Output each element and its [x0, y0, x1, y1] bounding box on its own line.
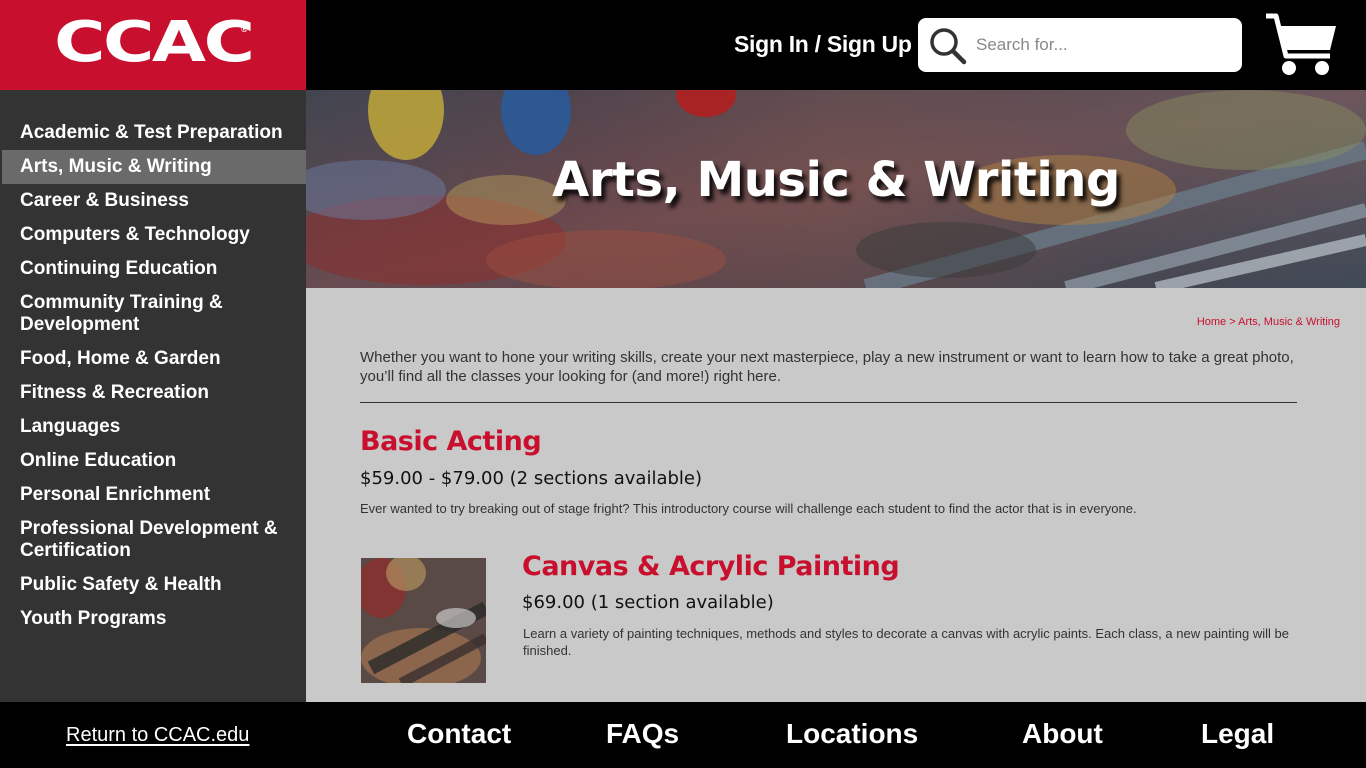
category-intro: Whether you want to hone your writing sk…	[360, 349, 1294, 385]
registered-mark: ®	[241, 24, 248, 34]
course-thumbnail-painting[interactable]	[361, 558, 486, 683]
sidebar-item-community-training-development[interactable]: Community Training & Development	[2, 286, 306, 342]
page-title: Arts, Music & Writing	[552, 152, 1120, 208]
top-header: Sign In / Sign Up	[306, 0, 1366, 90]
sidebar-item-personal-enrichment[interactable]: Personal Enrichment	[2, 478, 306, 512]
category-sidebar: Academic & Test Preparation Arts, Music &…	[0, 90, 306, 702]
sidebar-item-computers-technology[interactable]: Computers & Technology	[2, 218, 306, 252]
search-icon[interactable]	[928, 26, 968, 66]
sidebar-item-fitness-recreation[interactable]: Fitness & Recreation	[2, 376, 306, 410]
footer-link-faqs[interactable]: FAQs	[606, 718, 679, 750]
sidebar-item-career-business[interactable]: Career & Business	[2, 184, 306, 218]
breadcrumb-separator: >	[1229, 316, 1236, 328]
painting-thumbnail-image	[361, 558, 486, 683]
breadcrumb-current: Arts, Music & Writing	[1238, 316, 1340, 328]
sidebar-item-online-education[interactable]: Online Education	[2, 444, 306, 478]
footer-link-legal[interactable]: Legal	[1201, 718, 1274, 750]
sign-in-link[interactable]: Sign In / Sign Up	[734, 31, 912, 58]
search-box	[918, 18, 1242, 72]
course-description: Ever wanted to try breaking out of stage…	[360, 501, 1137, 516]
return-to-ccac-link[interactable]: Return to CCAC.edu	[66, 724, 249, 747]
sidebar-item-youth-programs[interactable]: Youth Programs	[2, 602, 306, 636]
footer-link-contact[interactable]: Contact	[407, 718, 511, 750]
footer-link-locations[interactable]: Locations	[786, 718, 918, 750]
sidebar-item-professional-development-certification[interactable]: Professional Development & Certification	[2, 512, 306, 568]
course-description: Learn a variety of painting techniques, …	[523, 626, 1289, 658]
course-price: $69.00 (1 section available)	[522, 592, 774, 613]
sidebar-item-arts-music-writing[interactable]: Arts, Music & Writing	[2, 150, 306, 184]
hero-banner: Arts, Music & Writing	[306, 90, 1366, 288]
course-price: $59.00 - $79.00 (2 sections available)	[360, 468, 703, 489]
sidebar-item-languages[interactable]: Languages	[2, 410, 306, 444]
ccac-logo[interactable]: CCAC ®	[0, 0, 306, 90]
breadcrumb: Home > Arts, Music & Writing	[1197, 316, 1340, 328]
sidebar-item-continuing-education[interactable]: Continuing Education	[2, 252, 306, 286]
shopping-cart-icon[interactable]	[1264, 12, 1340, 78]
sidebar-item-academic-test-preparation[interactable]: Academic & Test Preparation	[2, 116, 306, 150]
logo-text: CCAC	[53, 10, 255, 75]
course-title-canvas-painting[interactable]: Canvas & Acrylic Painting	[522, 551, 900, 582]
divider	[360, 402, 1297, 403]
sidebar-item-food-home-garden[interactable]: Food, Home & Garden	[2, 342, 306, 376]
course-title-basic-acting[interactable]: Basic Acting	[360, 426, 542, 457]
breadcrumb-home-link[interactable]: Home	[1197, 316, 1226, 328]
search-input[interactable]	[976, 30, 1226, 60]
footer-link-about[interactable]: About	[1022, 718, 1103, 750]
sidebar-item-public-safety-health[interactable]: Public Safety & Health	[2, 568, 306, 602]
